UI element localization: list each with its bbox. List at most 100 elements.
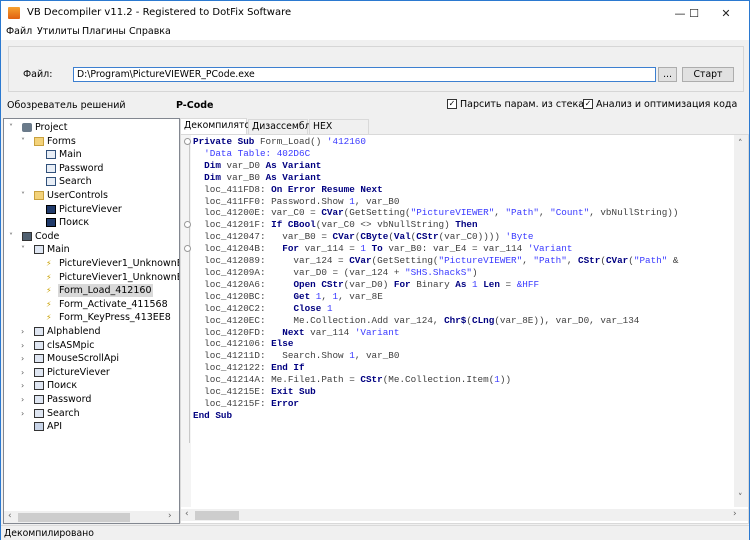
tree-item[interactable]: › Search — [4, 407, 179, 420]
code-token: 'Byte — [505, 231, 534, 243]
start-button[interactable]: Старт — [682, 67, 734, 82]
tree-item[interactable]: PictureViever — [4, 203, 179, 216]
chevron-down-icon[interactable]: ˅ — [21, 135, 29, 148]
code-line: loc_41200E: var_C0 = CVar(GetSetting("Pi… — [193, 207, 684, 219]
code-token: CByte — [360, 231, 389, 243]
chevron-right-icon[interactable]: › — [21, 352, 29, 365]
fold-marker-icon[interactable] — [184, 245, 191, 252]
close-button[interactable]: ✕ — [703, 1, 749, 26]
tree-item[interactable]: ⚡ Form_KeyPress_413EE8 — [4, 311, 179, 324]
scroll-thumb[interactable] — [18, 513, 130, 522]
scroll-up-icon[interactable]: ˄ — [738, 139, 743, 149]
tree-item-label: Main — [59, 149, 82, 161]
tree-item[interactable]: › Alphablend — [4, 325, 179, 338]
code-editor[interactable]: Private Sub Form_Load() '412160 'Data Ta… — [180, 134, 749, 524]
chevron-right-icon[interactable]: › — [21, 325, 29, 338]
tree-item[interactable]: › clsASMpic — [4, 339, 179, 352]
code-token: loc_4120FD: — [193, 326, 283, 338]
fold-marker-icon[interactable] — [184, 221, 191, 228]
code-token: Private Sub — [193, 136, 255, 147]
chevron-right-icon[interactable]: › — [21, 366, 29, 379]
tree-item[interactable]: ˅ UserControls — [4, 189, 179, 202]
code-line: loc_41211D: Search.Show 1, var_B0 — [193, 350, 684, 362]
fold-marker-icon[interactable] — [184, 138, 191, 145]
form-icon — [46, 163, 56, 173]
tree-item[interactable]: › Password — [4, 393, 179, 406]
tree-item-label: API — [47, 421, 63, 433]
code-token: , — [494, 207, 506, 219]
scroll-right-icon[interactable]: › — [168, 511, 172, 521]
tree-item[interactable]: Search — [4, 175, 179, 188]
code-token: var_B0 — [220, 171, 266, 183]
tree-horizontal-scrollbar[interactable]: ‹ › — [4, 511, 179, 523]
scroll-left-icon[interactable]: ‹ — [185, 509, 189, 519]
browse-button[interactable]: ... — [658, 67, 677, 82]
scroll-thumb[interactable] — [195, 511, 239, 520]
tree-item[interactable]: ˅ Code — [4, 230, 179, 243]
tab-1[interactable]: Дизассемблер — [248, 119, 322, 134]
menu-plugins[interactable]: Плагины — [82, 26, 126, 37]
code-line: loc_412122: End If — [193, 362, 684, 374]
tree-item[interactable]: ⚡ Form_Activate_411568 — [4, 298, 179, 311]
code-token: Dim — [204, 171, 221, 183]
code-line: loc_4120EC: Me.Collection.Add var_124, C… — [193, 315, 684, 327]
module-icon — [34, 395, 44, 404]
tree-item[interactable]: Main — [4, 148, 179, 161]
chevron-right-icon[interactable]: › — [21, 393, 29, 406]
code-horizontal-scrollbar[interactable]: ‹ › — [181, 509, 748, 521]
tree-item-label: Поиск — [59, 217, 90, 229]
tree-item[interactable]: › Поиск — [4, 379, 179, 392]
tree-item-label: Form_Load_412160 — [58, 284, 153, 298]
code-token: As — [455, 278, 467, 290]
chevron-right-icon[interactable]: › — [21, 407, 29, 420]
code-token: For — [393, 278, 411, 290]
chevron-right-icon[interactable]: › — [21, 339, 29, 352]
chevron-down-icon[interactable]: ˅ — [21, 243, 29, 256]
code-pane: ДекомпиляторДизассемблерHEX Редактор Pri… — [180, 118, 749, 524]
code-token: , — [566, 255, 579, 267]
tree-item[interactable]: Password — [4, 162, 179, 175]
api-icon — [34, 422, 44, 432]
menu-file[interactable]: Файл — [6, 26, 32, 37]
tree-item[interactable]: API — [4, 420, 179, 433]
scroll-down-icon[interactable]: ˅ — [738, 493, 743, 503]
tree-item[interactable]: ˅ Project — [4, 121, 179, 134]
tree-item[interactable]: ⚡ PictureViever1_UnknownEvent — [4, 271, 179, 284]
scroll-right-icon[interactable]: › — [733, 509, 737, 519]
code-line: loc_41214A: Me.File1.Path = CStr(Me.Coll… — [193, 374, 684, 386]
tree-item[interactable]: ˅ Forms — [4, 135, 179, 148]
tree-item[interactable]: › PictureViever — [4, 366, 179, 379]
module-icon — [34, 245, 44, 255]
code-token: & — [667, 255, 685, 267]
tree-item-label: Password — [47, 394, 92, 405]
code-token: )) — [499, 374, 512, 386]
code-line: loc_41215F: Error — [193, 398, 684, 410]
code-token: &HFF — [516, 278, 540, 290]
scroll-left-icon[interactable]: ‹ — [8, 511, 12, 521]
code-vertical-scrollbar[interactable]: ˄ ˅ — [734, 135, 748, 507]
event-icon: ⚡ — [46, 299, 52, 309]
code-token: CVar — [349, 255, 372, 267]
tree-item[interactable]: ⚡ PictureViever1_UnknownEvent — [4, 257, 179, 270]
tree-item[interactable]: ⚡ Form_Load_412160 — [4, 284, 179, 298]
tree-item[interactable]: ˅ Main — [4, 243, 179, 256]
chevron-down-icon[interactable]: ˅ — [9, 121, 17, 134]
tree-item[interactable]: Поиск — [4, 216, 179, 229]
code-token: 'Variant — [527, 243, 573, 255]
file-path-input[interactable] — [73, 67, 656, 82]
chevron-right-icon[interactable]: › — [21, 379, 29, 392]
code-token: Next — [282, 326, 305, 338]
tree-item-label: Form_Activate_411568 — [59, 298, 168, 310]
chevron-down-icon[interactable]: ˅ — [21, 189, 29, 202]
tree-item[interactable]: › MouseScrollApi — [4, 352, 179, 365]
chevron-down-icon[interactable]: ˅ — [9, 230, 17, 243]
tab-0[interactable]: Декомпилятор — [180, 118, 256, 135]
parse-stack-checkbox[interactable]: ✓ — [447, 99, 457, 109]
optimize-checkbox[interactable]: ✓ — [583, 99, 593, 109]
tree-item-label: PictureViever — [59, 203, 122, 215]
menu-help[interactable]: Справка — [129, 26, 171, 37]
menu-utilities[interactable]: Утилиты — [37, 26, 80, 37]
code-token: Close — [293, 302, 322, 314]
tab-2[interactable]: HEX Редактор — [309, 119, 369, 146]
usercontrol-icon — [46, 204, 56, 214]
